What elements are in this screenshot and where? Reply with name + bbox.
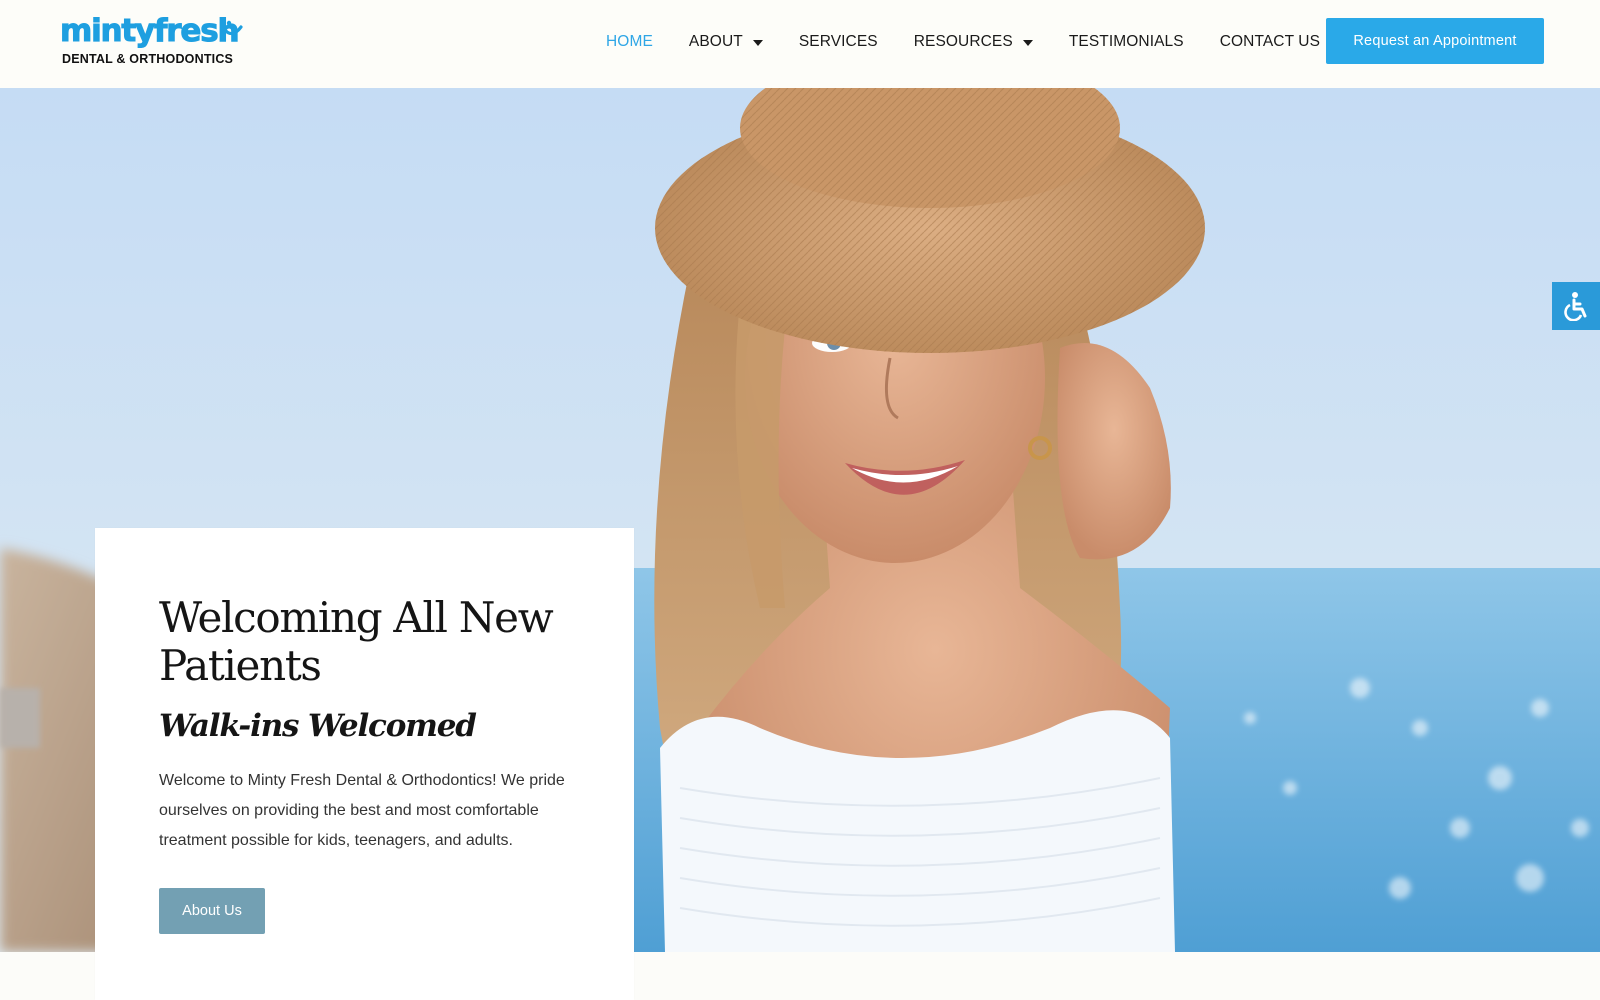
caret-down-icon [1022,39,1033,46]
nav-item-about[interactable]: ABOUT [689,33,763,51]
card-subtitle: Walk-ins Welcomed [159,708,477,744]
nav-item-label: HOME [606,33,653,50]
site-logo[interactable]: mintyfresh DENTAL & ORTHODONTICS [59,13,250,70]
wheelchair-icon [1564,292,1587,321]
about-us-button[interactable]: About Us [159,888,265,934]
nav-item-label: TESTIMONIALS [1068,33,1184,50]
nav-item-label: RESOURCES [913,33,1013,50]
logo-wordmark: mintyfresh [59,13,240,49]
nav-item-testimonials[interactable]: TESTIMONIALS [1069,33,1184,51]
card-description: Welcome to Minty Fresh Dental & Orthodon… [159,772,565,849]
smile-icon [222,20,243,36]
welcome-card: Welcoming All New Patients Walk-ins Welc… [95,528,634,1000]
nav-item-home[interactable]: HOME [606,33,653,51]
nav-item-services[interactable]: SERVICES [799,33,878,51]
nav-item-label: CONTACT US [1219,33,1321,50]
site-header: mintyfresh DENTAL & ORTHODONTICS HOME AB… [0,0,1600,88]
nav-item-label: ABOUT [688,33,743,50]
card-title: Welcoming All New Patients [159,593,554,690]
logo-tagline: DENTAL & ORTHODONTICS [62,52,234,66]
nav-item-resources[interactable]: RESOURCES [914,33,1033,51]
nav-item-label: SERVICES [798,33,878,50]
nav-item-contact-us[interactable]: CONTACT US [1220,33,1320,51]
caret-down-icon [752,39,763,46]
main-nav: HOME ABOUT SERVICES RESOURCES TESTIMONIA… [606,0,1356,84]
request-appointment-button[interactable]: Request an Appointment [1326,18,1544,64]
accessibility-toggle[interactable] [1552,282,1600,330]
